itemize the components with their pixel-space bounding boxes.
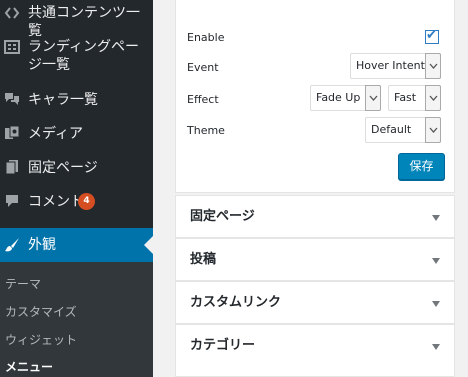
chevron-down-icon[interactable] [425,117,441,143]
chevron-down-icon[interactable] [425,53,441,79]
sidebar-item-label: 固定ページ [28,160,98,176]
triangle-down-icon [432,344,440,350]
submenu-item-customize[interactable]: カスタマイズ [5,304,77,320]
sidebar-item-label: キャラ一覧 [28,92,98,108]
triangle-down-icon [432,215,440,221]
event-select-value: Hover Intent [356,59,425,72]
pages-icon [5,160,18,175]
paintbrush-icon [5,238,19,252]
effect-select[interactable]: Fade Up [310,85,381,111]
effect-speed-select[interactable]: Fast [388,85,441,111]
accordion-posts[interactable]: 投稿 [175,238,455,281]
sidebar-item-pages[interactable]: 固定ページ [0,156,153,178]
comment-icon [6,195,18,207]
media-icon [5,125,20,139]
chat-bubbles-icon [5,93,19,105]
sidebar-item-label: 外観 [28,237,56,253]
sidebar-item-characters[interactable]: キャラ一覧 [0,88,153,110]
submenu-item-themes[interactable]: テーマ [5,276,41,292]
accordion-title: カテゴリー [190,338,256,353]
comment-count-badge: 4 [78,193,95,210]
theme-label: Theme [187,124,225,137]
accordion-title: 投稿 [190,252,217,267]
speed-select-value: Fast [394,91,417,104]
sidebar-item-landing-pages[interactable]: ランディングページ一覧 [0,37,153,79]
submenu-item-widgets[interactable]: ウィジェット [5,332,77,348]
accordion-title: カスタムリンク [190,295,282,310]
accordion-title: 固定ページ [190,209,255,224]
event-label: Event [187,61,219,74]
sidebar-item-label: 共通コンテンツ一覧 [28,5,140,39]
sidebar-item-label: コメント [28,194,84,210]
menu-editor-panel: Enable ✔ Event Hover Intent Effect Fade … [175,0,455,377]
submenu-item-menus[interactable]: メニュー [5,359,53,375]
megamenu-settings-box: Enable ✔ Event Hover Intent Effect Fade … [175,0,455,193]
sidebar-item-label: ランディングページ一覧 [28,39,140,73]
event-select[interactable]: Hover Intent [350,53,441,79]
grid-icon [4,40,20,54]
sidebar-item-comments[interactable]: コメント 4 [0,190,153,212]
enable-checkbox[interactable]: ✔ [425,28,439,44]
save-button[interactable]: 保存 [398,153,445,180]
theme-select-value: Default [371,123,412,136]
sidebar-item-media[interactable]: メディア [0,122,153,144]
accordion-pages[interactable]: 固定ページ [175,195,455,238]
triangle-down-icon [432,258,440,264]
accordion-categories[interactable]: カテゴリー [175,324,455,377]
appearance-submenu: テーマ カスタマイズ ウィジェット メニュー [0,262,153,377]
admin-sidebar: 共通コンテンツ一覧 ランディングページ一覧 キャラ一覧 メディア 固定ページ コ… [0,0,153,377]
effect-label: Effect [187,93,219,106]
accordion-custom-links[interactable]: カスタムリンク [175,281,455,324]
chevron-down-icon[interactable] [365,85,381,111]
triangle-down-icon [432,301,440,307]
effect-select-value: Fade Up [316,91,361,104]
theme-select[interactable]: Default [365,117,441,143]
checkmark-icon: ✔ [426,28,437,43]
chevron-down-icon[interactable] [425,85,441,111]
sidebar-item-common-contents[interactable]: 共通コンテンツ一覧 [0,0,153,39]
shortcode-icon [4,7,20,19]
sidebar-item-appearance[interactable]: 外観 [0,228,153,262]
sidebar-item-label: メディア [28,126,84,142]
enable-label: Enable [187,31,225,44]
current-item-arrow [144,236,153,254]
